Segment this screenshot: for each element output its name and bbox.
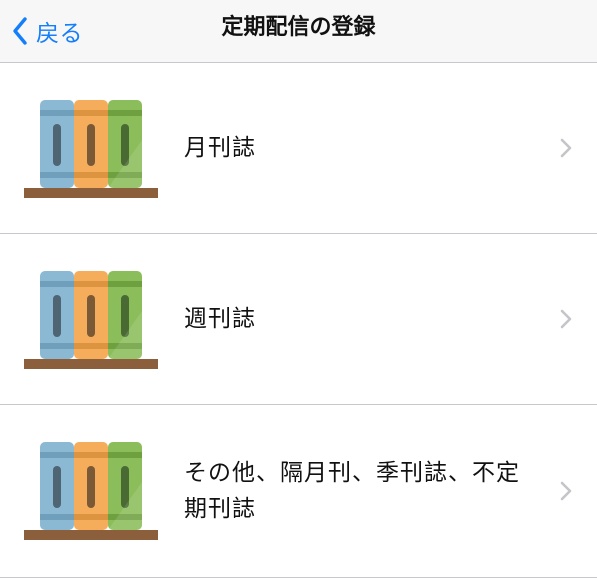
list-item-other[interactable]: その他、隔月刊、季刊誌、不定期刊誌 (0, 405, 597, 578)
books-on-shelf-icon (24, 100, 160, 198)
chevron-right-icon (560, 138, 572, 158)
navigation-bar: 戻る 定期配信の登録 (0, 0, 597, 63)
list-item-label: 月刊誌 (184, 135, 256, 161)
chevron-right-icon (560, 481, 572, 501)
list-item-label: その他、隔月刊、季刊誌、不定期刊誌 (184, 460, 520, 522)
chevron-right-icon (560, 309, 572, 329)
books-on-shelf-icon (24, 442, 160, 540)
list-item-label: 週刊誌 (184, 306, 256, 332)
list-item-weekly[interactable]: 週刊誌 (0, 234, 597, 405)
page-title: 定期配信の登録 (221, 15, 376, 40)
subscription-type-list: 月刊誌 週刊誌 その他、隔月刊、季刊誌、不定期刊誌 (0, 63, 597, 578)
list-item-monthly[interactable]: 月刊誌 (0, 63, 597, 234)
books-on-shelf-icon (24, 271, 160, 369)
